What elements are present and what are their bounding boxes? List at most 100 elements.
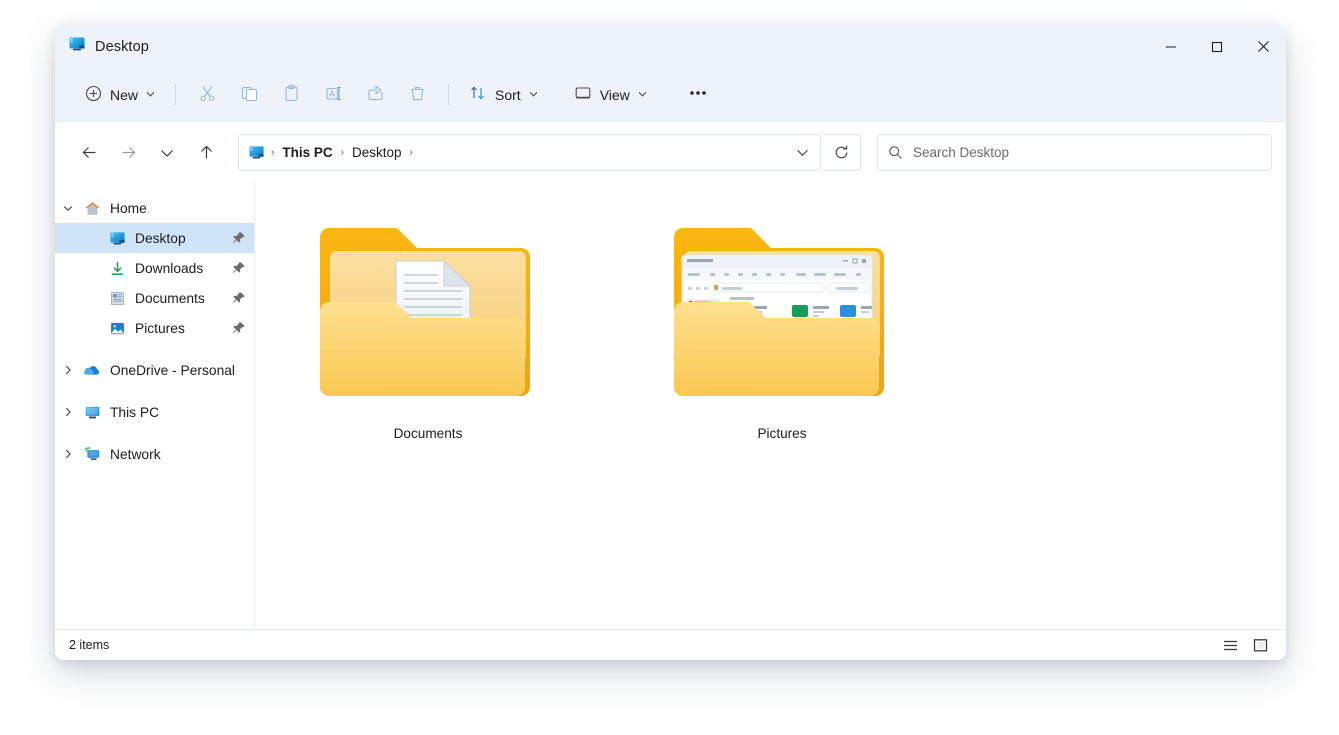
navigation-pane: Home — [55, 183, 255, 629]
window-title: Desktop — [95, 39, 149, 55]
sidebar-item-label: Network — [110, 447, 161, 462]
sidebar-item-documents[interactable]: Documents — [55, 283, 254, 313]
search-box[interactable]: Search Desktop — [877, 134, 1272, 171]
copy-icon — [240, 84, 259, 106]
new-button[interactable]: New — [75, 78, 165, 112]
chevron-down-icon — [529, 90, 538, 99]
sidebar-item-downloads[interactable]: Downloads — [55, 253, 254, 283]
address-dropdown-button[interactable] — [786, 136, 818, 169]
breadcrumb-separator: › — [339, 147, 346, 158]
desktop-monitor-icon — [68, 35, 86, 58]
see-more-button[interactable] — [677, 78, 719, 112]
sidebar-item-label: Home — [110, 201, 147, 216]
toolbar-divider — [175, 84, 176, 106]
screen: Desktop — [0, 0, 1339, 735]
up-button[interactable] — [190, 137, 222, 169]
sidebar-group-gap — [55, 385, 254, 397]
breadcrumb-separator: › — [407, 147, 414, 158]
pin-icon[interactable] — [232, 291, 246, 305]
file-item-pictures[interactable]: Pictures — [637, 205, 927, 473]
share-button[interactable] — [354, 78, 396, 112]
network-icon — [81, 445, 103, 463]
view-toggles — [1218, 634, 1272, 656]
scissors-icon — [198, 84, 217, 106]
sidebar-item-this-pc[interactable]: This PC — [55, 397, 254, 427]
chevron-down-icon — [638, 90, 647, 99]
ellipsis-icon — [688, 84, 708, 105]
large-icons-view-button[interactable] — [1248, 634, 1272, 656]
cut-button[interactable] — [186, 78, 228, 112]
breadcrumb-this-pc[interactable]: This PC — [276, 141, 338, 164]
paste-button[interactable] — [270, 78, 312, 112]
chevron-right-icon[interactable] — [55, 365, 81, 375]
desktop-monitor-icon — [248, 144, 265, 161]
file-item-label: Documents — [394, 426, 463, 441]
paste-icon — [282, 84, 301, 106]
sidebar-item-home[interactable]: Home — [55, 193, 254, 223]
chevron-right-icon[interactable] — [55, 449, 81, 459]
pin-icon[interactable] — [232, 321, 246, 335]
status-bar: 2 items — [55, 629, 1286, 660]
monitor-icon — [574, 84, 592, 105]
address-bar: › This PC › Desktop › — [55, 121, 1286, 183]
rename-icon: A — [324, 84, 343, 106]
breadcrumb: › This PC › Desktop › — [269, 141, 786, 164]
address-path-box[interactable]: › This PC › Desktop › — [238, 134, 821, 171]
window-controls — [1148, 25, 1286, 68]
search-icon — [888, 145, 903, 160]
view-button[interactable]: View — [564, 78, 657, 112]
sidebar-item-network[interactable]: Network — [55, 439, 254, 469]
pictures-icon — [106, 320, 128, 337]
new-button-label: New — [110, 87, 138, 103]
desktop-monitor-icon — [106, 230, 128, 247]
sidebar-item-label: Desktop — [135, 231, 186, 246]
details-view-button[interactable] — [1218, 634, 1242, 656]
copy-button[interactable] — [228, 78, 270, 112]
sidebar-group-gap — [55, 427, 254, 439]
folder-pictures-icon — [668, 215, 896, 410]
title-bar: Desktop — [55, 25, 1286, 68]
sort-arrows-icon — [469, 84, 487, 105]
pin-icon[interactable] — [232, 261, 246, 275]
toolbar-divider-2 — [448, 84, 449, 106]
sort-button-label: Sort — [495, 87, 521, 103]
delete-button[interactable] — [396, 78, 438, 112]
documents-icon — [106, 290, 128, 307]
downloads-icon — [106, 260, 128, 277]
sidebar-item-label: OneDrive - Personal — [110, 363, 235, 378]
breadcrumb-separator: › — [269, 147, 276, 158]
sidebar-item-desktop[interactable]: Desktop — [55, 223, 254, 253]
home-icon — [81, 200, 103, 217]
pin-icon[interactable] — [232, 231, 246, 245]
close-button[interactable] — [1240, 25, 1286, 68]
onedrive-cloud-icon — [81, 361, 103, 379]
file-item-documents[interactable]: Documents — [283, 205, 573, 473]
file-item-label: Pictures — [757, 426, 806, 441]
chevron-down-icon[interactable] — [55, 205, 81, 212]
folder-documents-icon — [314, 215, 542, 410]
file-explorer-window: Desktop — [55, 25, 1286, 660]
share-icon — [366, 84, 385, 106]
refresh-button[interactable] — [823, 134, 861, 171]
sidebar-item-label: Downloads — [135, 261, 203, 276]
file-list-view[interactable]: Documents — [255, 183, 1286, 629]
trash-icon — [408, 84, 427, 106]
rename-button[interactable]: A — [312, 78, 354, 112]
sidebar-group-gap — [55, 343, 254, 355]
title-bar-left: Desktop — [55, 35, 149, 58]
sort-button[interactable]: Sort — [459, 78, 548, 112]
back-button[interactable] — [73, 137, 105, 169]
search-input[interactable]: Search Desktop — [913, 145, 1009, 160]
breadcrumb-desktop[interactable]: Desktop — [346, 141, 408, 164]
forward-button[interactable] — [112, 137, 144, 169]
svg-text:A: A — [329, 89, 335, 98]
this-pc-icon — [81, 404, 103, 421]
view-button-label: View — [600, 87, 630, 103]
item-count: 2 items — [69, 638, 109, 652]
minimize-button[interactable] — [1148, 25, 1194, 68]
sidebar-item-onedrive[interactable]: OneDrive - Personal — [55, 355, 254, 385]
recent-locations-button[interactable] — [151, 137, 183, 169]
sidebar-item-pictures[interactable]: Pictures — [55, 313, 254, 343]
chevron-right-icon[interactable] — [55, 407, 81, 417]
maximize-button[interactable] — [1194, 25, 1240, 68]
